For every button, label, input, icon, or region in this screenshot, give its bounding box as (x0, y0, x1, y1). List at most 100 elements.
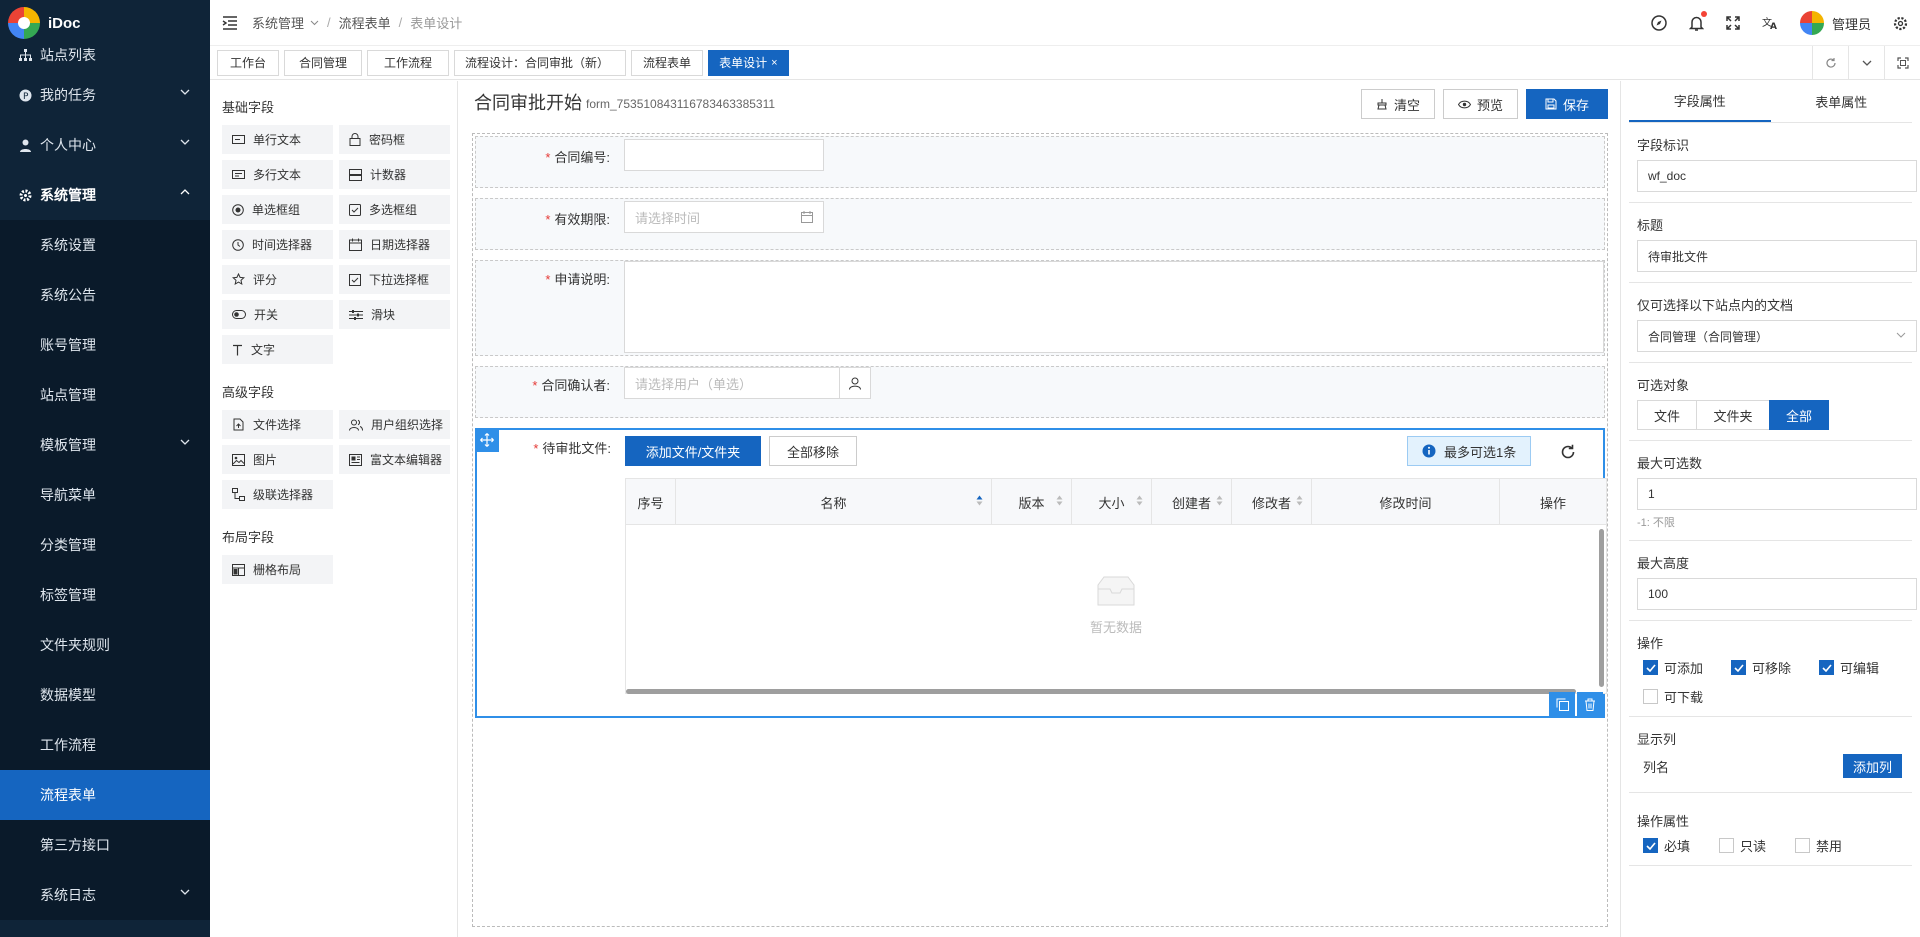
palette-item-select[interactable]: 下拉选择框 (339, 265, 450, 294)
horizontal-scrollbar[interactable] (626, 689, 1576, 694)
checkbox-can-download[interactable]: 可下载 (1643, 687, 1731, 706)
target-option-folder[interactable]: 文件夹 (1696, 400, 1770, 430)
sidebar-item-nav-menu[interactable]: 导航菜单 (0, 470, 210, 520)
tab-workflow[interactable]: 工作流程 (367, 49, 450, 76)
sort-icon[interactable] (1216, 495, 1223, 506)
palette-item-cascader[interactable]: 级联选择器 (222, 480, 333, 509)
target-option-all[interactable]: 全部 (1769, 400, 1829, 430)
palette-item-password[interactable]: 密码框 (339, 125, 450, 154)
description-textarea[interactable] (624, 261, 1604, 353)
form-field-files[interactable]: * 待审批文件: 添加文件/文件夹 全部移除 最多可选1条 序号 名称 版本 大小… (475, 428, 1607, 718)
column-header[interactable]: 修改时间 (1312, 479, 1500, 525)
breadcrumb-item[interactable]: 流程表单 (339, 13, 391, 32)
user-name[interactable]: 管理员 (1832, 14, 1871, 33)
column-header[interactable]: 创建者 (1152, 479, 1232, 525)
sidebar-item-profile[interactable]: 个人中心 (0, 120, 210, 170)
sidebar-item-accounts[interactable]: 账号管理 (0, 320, 210, 370)
fullscreen-icon[interactable] (1726, 16, 1740, 30)
checkbox-can-edit[interactable]: 可编辑 (1819, 658, 1907, 677)
valid-period-picker[interactable]: 请选择时间 (624, 201, 824, 233)
tab-menu-button[interactable] (1848, 46, 1884, 80)
sidebar-item-announcements[interactable]: 系统公告 (0, 270, 210, 320)
maximize-button[interactable] (1884, 46, 1920, 80)
palette-item-counter[interactable]: 计数器 (339, 160, 450, 189)
bell-icon[interactable] (1688, 11, 1707, 31)
refresh-tab-button[interactable] (1812, 46, 1848, 80)
sidebar-item-data-models[interactable]: 数据模型 (0, 670, 210, 720)
palette-item-time-picker[interactable]: 时间选择器 (222, 230, 333, 259)
checkbox-can-remove[interactable]: 可移除 (1731, 658, 1819, 677)
palette-item-rating[interactable]: 评分 (222, 265, 333, 294)
palette-item-switch[interactable]: 开关 (222, 300, 333, 329)
tab-field-properties[interactable]: 字段属性 (1629, 81, 1771, 122)
compass-icon[interactable] (1651, 15, 1667, 31)
sidebar-item-site-management[interactable]: 站点管理 (0, 370, 210, 420)
checkbox-disabled[interactable]: 禁用 (1795, 836, 1871, 855)
checkbox-readonly[interactable]: 只读 (1719, 836, 1795, 855)
avatar[interactable] (1799, 11, 1824, 35)
tab-process-design[interactable]: 流程设计：合同审批（新） (454, 49, 627, 76)
add-file-folder-button[interactable]: 添加文件/文件夹 (625, 436, 761, 466)
confirmer-input[interactable]: 请选择用户（单选） (624, 367, 840, 399)
palette-item-date-picker[interactable]: 日期选择器 (339, 230, 450, 259)
chevron-down-icon[interactable] (310, 20, 319, 26)
clear-button[interactable]: 清空 (1360, 89, 1435, 119)
form-field-confirmer[interactable]: * 合同确认者: 请选择用户（单选） (475, 366, 1605, 418)
sidebar-item-categories[interactable]: 分类管理 (0, 520, 210, 570)
palette-item-user-org-select[interactable]: 用户组织选择 (339, 410, 450, 439)
sidebar-item-system-settings[interactable]: 系统设置 (0, 220, 210, 270)
sidebar-item-workflows[interactable]: 工作流程 (0, 720, 210, 770)
vertical-scrollbar[interactable] (1599, 529, 1604, 687)
delete-icon[interactable] (1577, 692, 1603, 716)
palette-item-slider[interactable]: 滑块 (339, 300, 450, 329)
sort-icon[interactable] (976, 495, 983, 506)
palette-item-file-select[interactable]: 文件选择 (222, 410, 333, 439)
sort-icon[interactable] (1296, 495, 1303, 506)
sidebar-item-folder-rules[interactable]: 文件夹规则 (0, 620, 210, 670)
tab-contract-management[interactable]: 合同管理 (284, 49, 363, 76)
tab-process-forms[interactable]: 流程表单 (631, 49, 704, 76)
column-header[interactable]: 序号 (626, 479, 676, 525)
contract-no-input[interactable] (624, 139, 824, 171)
palette-item-multiline-text[interactable]: 多行文本 (222, 160, 333, 189)
sidebar-item-tags[interactable]: 标签管理 (0, 570, 210, 620)
checkbox-required[interactable]: 必填 (1643, 836, 1719, 855)
palette-item-grid-layout[interactable]: 栅格布局 (222, 555, 333, 584)
palette-item-image[interactable]: 图片 (222, 445, 333, 474)
tab-workbench[interactable]: 工作台 (217, 49, 280, 76)
field-id-input[interactable]: wf_doc (1637, 160, 1917, 192)
site-select[interactable]: 合同管理（合同管理） (1637, 320, 1917, 352)
copy-icon[interactable] (1549, 692, 1575, 716)
form-field-valid-period[interactable]: * 有效期限: 请选择时间 (475, 198, 1605, 250)
sidebar-item-my-tasks[interactable]: P 我的任务 (0, 70, 210, 120)
sidebar-item-process-forms[interactable]: 流程表单 (0, 770, 210, 820)
form-field-contract-no[interactable]: * 合同编号: (475, 136, 1605, 188)
translate-icon[interactable]: 文A (1762, 16, 1778, 30)
close-icon[interactable]: × (771, 57, 777, 69)
menu-toggle-icon[interactable] (222, 15, 238, 30)
settings-icon[interactable] (1893, 16, 1908, 31)
title-input[interactable]: 待审批文件 (1637, 240, 1917, 272)
target-option-file[interactable]: 文件 (1637, 400, 1697, 430)
refresh-icon[interactable] (1560, 444, 1576, 460)
palette-item-single-text[interactable]: 单行文本 (222, 125, 333, 154)
column-header[interactable]: 大小 (1072, 479, 1152, 525)
max-height-input[interactable]: 100 (1637, 578, 1917, 610)
palette-item-text[interactable]: 文字 (222, 335, 333, 364)
select-user-button[interactable] (839, 367, 871, 399)
palette-item-checkbox-group[interactable]: 多选框组 (339, 195, 450, 224)
palette-item-radio-group[interactable]: 单选框组 (222, 195, 333, 224)
save-button[interactable]: 保存 (1525, 89, 1608, 119)
column-header[interactable]: 版本 (992, 479, 1072, 525)
palette-item-rich-text[interactable]: 富文本编辑器 (339, 445, 450, 474)
sidebar-item-sites[interactable]: 站点列表 (0, 40, 210, 70)
add-column-button[interactable]: 添加列 (1842, 754, 1902, 778)
column-header[interactable]: 修改者 (1232, 479, 1312, 525)
sidebar-item-system[interactable]: 系统管理 (0, 170, 210, 220)
column-header[interactable]: 名称 (676, 479, 992, 525)
form-field-description[interactable]: * 申请说明: (475, 260, 1605, 356)
sidebar-item-third-party-api[interactable]: 第三方接口 (0, 820, 210, 870)
tab-form-properties[interactable]: 表单属性 (1771, 81, 1913, 122)
preview-button[interactable]: 预览 (1442, 89, 1518, 119)
checkbox-can-add[interactable]: 可添加 (1643, 658, 1731, 677)
